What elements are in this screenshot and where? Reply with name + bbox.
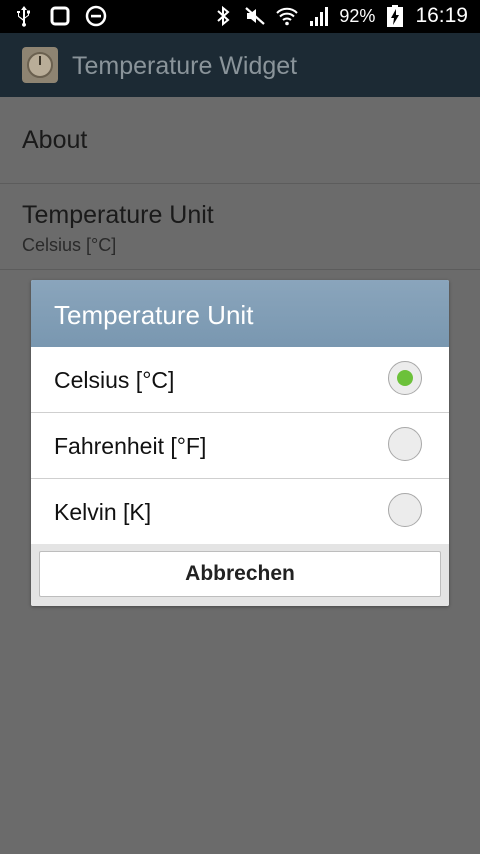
option-celsius[interactable]: Celsius [°C] [31, 347, 449, 413]
battery-charging-icon [383, 4, 407, 28]
option-kelvin[interactable]: Kelvin [K] [31, 479, 449, 545]
radio-button-selected[interactable] [388, 361, 422, 395]
preference-title: About [22, 126, 88, 154]
preference-title: Temperature Unit [22, 201, 214, 229]
dialog-header: Temperature Unit [31, 280, 449, 347]
action-bar: Temperature Widget [0, 33, 480, 97]
thermometer-dial-icon[interactable] [22, 47, 58, 83]
option-label: Celsius [°C] [54, 367, 175, 393]
preference-temperature-unit[interactable]: Temperature Unit Celsius [°C] [0, 184, 480, 270]
usb-icon [12, 4, 36, 28]
do-not-disturb-icon [84, 4, 108, 28]
preference-about[interactable]: About [0, 97, 480, 184]
radio-button[interactable] [388, 427, 422, 461]
preference-summary: Celsius [°C] [22, 235, 117, 255]
screenshot-icon [48, 4, 72, 28]
battery-percentage: 92% [339, 5, 376, 26]
signal-icon [307, 4, 331, 28]
settings-list: About Temperature Unit Celsius [°C] [0, 97, 480, 270]
cancel-button[interactable]: Abbrechen [39, 551, 441, 597]
bluetooth-icon [211, 4, 235, 28]
app-title: Temperature Widget [72, 52, 298, 80]
option-fahrenheit[interactable]: Fahrenheit [°F] [31, 413, 449, 479]
radio-button[interactable] [388, 493, 422, 527]
wifi-icon [275, 4, 299, 28]
dialog-title: Temperature Unit [54, 300, 254, 330]
option-list: Celsius [°C] Fahrenheit [°F] Kelvin [K] [31, 347, 449, 545]
option-label: Kelvin [K] [54, 499, 152, 525]
status-bar: 92% 16:19 [0, 0, 480, 33]
clock: 16:19 [415, 4, 468, 27]
mute-icon [243, 4, 267, 28]
dialog-button-bar: Abbrechen [31, 544, 449, 606]
temperature-unit-dialog: Temperature Unit Celsius [°C] Fahrenheit… [31, 280, 449, 606]
option-label: Fahrenheit [°F] [54, 433, 207, 459]
